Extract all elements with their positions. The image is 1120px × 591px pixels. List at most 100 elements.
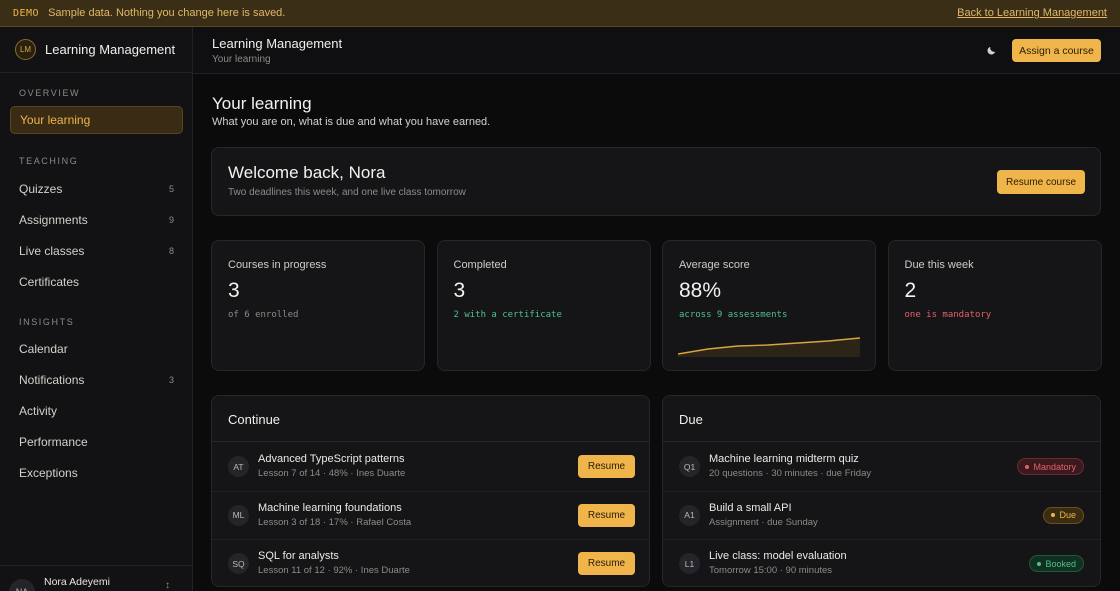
- welcome-subtitle: Two deadlines this week, and one live cl…: [228, 187, 466, 198]
- resume-course-button[interactable]: Resume course: [997, 170, 1085, 194]
- sidebar-item-label: Performance: [19, 435, 88, 449]
- sidebar-item-label: Certificates: [19, 275, 80, 289]
- list-item: Q1 Machine learning midterm quiz 20 questi…: [663, 442, 1100, 490]
- sidebar-item-label: Activity: [19, 404, 58, 418]
- demo-tag: DEMO: [13, 7, 40, 19]
- divider: [212, 539, 649, 540]
- stat-value: 3: [453, 279, 466, 302]
- sidebar-item-live-classes[interactable]: Live classes 8: [10, 237, 183, 265]
- sidebar-item-assignments[interactable]: Assignments 9: [10, 206, 183, 234]
- sidebar-item-certificates[interactable]: Certificates: [10, 268, 183, 296]
- sidebar-item-your-learning[interactable]: Your learning: [10, 106, 183, 134]
- sidebar-item-count: 8: [168, 246, 174, 256]
- list-item: A1 Build a small API Assignment · due Sund…: [663, 490, 1100, 539]
- status-badge: Booked: [1029, 555, 1084, 572]
- sidebar-item-label: Live classes: [19, 244, 85, 258]
- list-item: SQ SQL for analysts Lesson 11 of 12 · 92% …: [212, 539, 649, 587]
- status-label: Booked: [1045, 558, 1076, 569]
- status-label: Mandatory: [1033, 461, 1076, 472]
- welcome-heading: Welcome back, Nora: [228, 163, 386, 182]
- sidebar-item-quizzes[interactable]: Quizzes 5: [10, 175, 183, 203]
- page-title: Your learning: [212, 94, 312, 113]
- nav-section-title: OVERVIEW: [19, 88, 81, 98]
- sidebar-item-performance[interactable]: Performance: [10, 428, 183, 456]
- stat-card: Completed 3 2 with a certificate: [436, 240, 651, 371]
- user-name: Nora Adeyemi: [44, 576, 110, 588]
- demo-message: Sample data. Nothing you change here is …: [48, 7, 286, 19]
- assign-course-button[interactable]: Assign a course: [1012, 39, 1101, 62]
- stat-note: one is mandatory: [904, 310, 992, 320]
- sidebar-item-label: Exceptions: [19, 466, 78, 480]
- page-subtitle: What you are on, what is due and what yo…: [212, 116, 491, 128]
- stat-card: Due this week 2 one is mandatory: [887, 240, 1102, 371]
- sidebar-item-label: Calendar: [19, 342, 68, 356]
- due-panel: Due Q1 Machine learning midterm quiz 20 qu…: [662, 395, 1101, 587]
- resume-button[interactable]: Resume: [578, 503, 635, 527]
- course-icon: AT: [228, 456, 249, 477]
- brand[interactable]: LM Learning Management: [0, 27, 192, 73]
- continue-panel: Continue AT Advanced TypeScript patterns L…: [211, 395, 650, 587]
- topbar-title: Learning Management: [212, 36, 343, 51]
- stat-value: 88%: [679, 279, 722, 302]
- divider: [212, 490, 649, 492]
- stat-label: Courses in progress: [228, 259, 327, 271]
- avatar: NA: [9, 579, 35, 591]
- status-badge: Due: [1043, 506, 1084, 524]
- divider: [663, 490, 1100, 492]
- brand-name: Learning Management: [45, 42, 176, 57]
- chevron-up-down-icon[interactable]: ↕: [165, 580, 170, 591]
- due-title: Due: [679, 412, 703, 427]
- stat-card: Courses in progress 3 of 6 enrolled: [211, 240, 425, 371]
- divider: [663, 539, 1100, 540]
- brand-logo: LM: [15, 39, 36, 60]
- user-profile[interactable]: NA Nora Adeyemi ↕: [0, 565, 193, 591]
- resume-button[interactable]: Resume: [578, 552, 635, 575]
- course-title[interactable]: SQL for analysts: [258, 550, 339, 562]
- list-item: ML Machine learning foundations Lesson 3 o…: [212, 490, 649, 539]
- sidebar-item-calendar[interactable]: Calendar: [10, 335, 183, 363]
- nav-section-title: TEACHING: [19, 156, 79, 166]
- task-icon: A1: [679, 504, 700, 526]
- stat-note: 2 with a certificate: [453, 310, 562, 320]
- task-title[interactable]: Build a small API: [709, 502, 792, 514]
- sidebar-item-label: Your learning: [20, 113, 91, 127]
- demo-banner: DEMO Sample data. Nothing you change her…: [0, 0, 1120, 27]
- course-icon: ML: [228, 504, 249, 526]
- nav-section-title: INSIGHTS: [19, 317, 75, 327]
- task-title[interactable]: Machine learning midterm quiz: [709, 453, 859, 465]
- sidebar-item-label: Quizzes: [19, 182, 63, 196]
- stat-card: Average score 88% across 9 assessments: [662, 240, 876, 371]
- task-meta: Assignment · due Sunday: [709, 516, 818, 528]
- topbar: Learning Management Your learning Assign…: [193, 27, 1120, 74]
- list-item: L1 Live class: model evaluation Tomorrow 1…: [663, 539, 1100, 587]
- course-title[interactable]: Machine learning foundations: [258, 502, 402, 514]
- resume-button[interactable]: Resume: [578, 455, 635, 478]
- back-link[interactable]: Back to Learning Management: [957, 7, 1107, 19]
- course-meta: Lesson 3 of 18 · 17% · Rafael Costa: [258, 516, 412, 528]
- task-meta: Tomorrow 15:00 · 90 minutes: [709, 565, 833, 576]
- stat-value: 2: [904, 279, 917, 302]
- status-label: Due: [1059, 510, 1076, 520]
- task-title[interactable]: Live class: model evaluation: [709, 550, 847, 562]
- status-dot: [1037, 561, 1042, 566]
- stat-label: Average score: [679, 259, 750, 271]
- task-icon: Q1: [679, 456, 700, 477]
- sidebar-item-activity[interactable]: Activity: [10, 397, 183, 425]
- sidebar-item-exceptions[interactable]: Exceptions: [10, 459, 183, 487]
- main-content: Your learning What you are on, what is d…: [193, 74, 1120, 591]
- stat-note: across 9 assessments: [679, 310, 788, 320]
- course-title[interactable]: Advanced TypeScript patterns: [258, 453, 405, 465]
- score-sparkline: [677, 333, 861, 357]
- status-badge: Mandatory: [1017, 458, 1084, 475]
- sidebar-item-notifications[interactable]: Notifications 3: [10, 366, 183, 394]
- sidebar-item-count: 5: [168, 184, 174, 194]
- sidebar: LM Learning Management OVERVIEW Your lear…: [0, 27, 193, 591]
- list-item: AT Advanced TypeScript patterns Lesson 7 o…: [212, 442, 649, 490]
- topbar-breadcrumb: Your learning: [212, 54, 271, 65]
- sidebar-item-count: 3: [168, 375, 174, 385]
- stat-value: 3: [228, 279, 240, 302]
- stat-note: of 6 enrolled: [228, 310, 299, 320]
- sidebar-item-label: Assignments: [19, 213, 88, 227]
- continue-title: Continue: [228, 412, 281, 427]
- moon-icon[interactable]: [983, 42, 999, 58]
